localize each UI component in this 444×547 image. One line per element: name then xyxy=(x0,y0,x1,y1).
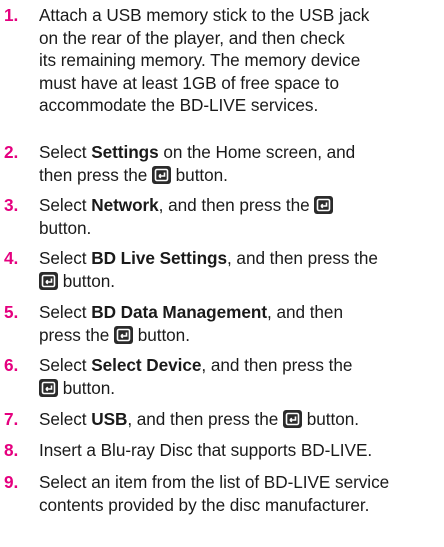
step-text: Attach a USB memory stick to the USB jac… xyxy=(39,4,443,117)
step-text-part: Select xyxy=(39,195,92,215)
step-text-part: press the xyxy=(39,324,114,345)
step-text: Select Network, and then press the butto… xyxy=(39,194,443,239)
step-text-part: , and then press the xyxy=(201,355,353,375)
step-text-part: Select xyxy=(39,409,92,429)
step-text: Select USB, and then press the button. xyxy=(39,408,443,431)
step-text-part: , and then xyxy=(267,302,343,322)
step-text-part: on the Home screen, and xyxy=(158,142,356,162)
step-number: 4. xyxy=(4,248,19,268)
step-line: Select Select Device, and then press the xyxy=(39,354,443,377)
step-text-part: button. xyxy=(58,377,115,398)
menu-item-name: BD Data Management xyxy=(91,302,267,322)
step-number: 9. xyxy=(4,472,19,492)
enter-button-icon xyxy=(113,325,133,344)
step-text: Select BD Data Management, and then pres… xyxy=(39,301,443,346)
step-line: button. xyxy=(39,270,443,293)
step-number: 2. xyxy=(4,142,19,162)
menu-item-name: USB xyxy=(91,409,128,429)
step-number: 3. xyxy=(4,195,19,215)
step-line: Select BD Data Management, and then xyxy=(39,301,443,324)
step-line: accommodate the BD-LIVE services. xyxy=(39,95,319,115)
step-number: 1. xyxy=(4,5,19,25)
enter-button-icon xyxy=(314,196,334,214)
step-text: Insert a Blu-ray Disc that supports BD-L… xyxy=(39,439,443,462)
step-line: Select USB, and then press the button. xyxy=(39,408,443,431)
enter-button-icon xyxy=(151,165,171,184)
step-text: Select an item from the list of BD-LIVE … xyxy=(39,471,443,516)
step-text-part: Select xyxy=(39,355,92,375)
menu-item-name: Select Device xyxy=(91,355,202,375)
step-text-part: , and then press the xyxy=(127,409,283,429)
enter-button-icon xyxy=(39,271,58,290)
step-line: Insert a Blu-ray Disc that supports BD-L… xyxy=(39,440,373,460)
step-line: Select an item from the list of BD-LIVE … xyxy=(39,472,390,492)
step-line: its remaining memory. The memory device xyxy=(39,50,361,70)
step-text-part: button. xyxy=(302,409,359,429)
step-line: button. xyxy=(39,377,443,400)
step-text-part: Select xyxy=(39,142,92,162)
step-text-part: , and then press the xyxy=(158,195,315,215)
step-line: on the rear of the player, and then chec… xyxy=(39,27,345,48)
step-line: Attach a USB memory stick to the USB jac… xyxy=(39,5,370,25)
step-line: Select BD Live Settings, and then press … xyxy=(39,247,443,270)
step-text-part: Select xyxy=(39,248,92,268)
menu-item-name: BD Live Settings xyxy=(91,248,227,268)
step-line: button. xyxy=(39,217,92,238)
step-line: then press the button. xyxy=(39,164,443,187)
step-text: Select Select Device, and then press the… xyxy=(39,354,443,399)
step-text-part: button. xyxy=(132,324,190,345)
step-text-part: then press the xyxy=(39,164,152,185)
step-line: Select Network, and then press the xyxy=(39,194,443,217)
enter-button-icon xyxy=(39,378,58,397)
step-text: Select BD Live Settings, and then press … xyxy=(39,247,443,292)
step-line: contents provided by the disc manufactur… xyxy=(39,494,370,515)
step-text-part: button. xyxy=(58,270,115,291)
menu-item-name: Network xyxy=(91,195,159,215)
step-number: 8. xyxy=(4,440,19,460)
step-number: 7. xyxy=(4,409,19,429)
menu-item-name: Settings xyxy=(91,142,159,162)
step-text: Select Settings on the Home screen, and … xyxy=(39,141,443,186)
step-line: Select Settings on the Home screen, and xyxy=(39,141,443,164)
step-number: 6. xyxy=(4,355,19,375)
enter-button-icon xyxy=(283,410,302,428)
step-text-part: Select xyxy=(39,302,92,322)
step-line: press the button. xyxy=(39,324,443,347)
step-number: 5. xyxy=(4,302,19,322)
step-line: must have at least 1GB of free space to xyxy=(39,72,339,93)
step-text-part: button. xyxy=(170,164,228,185)
instruction-steps: 1. Attach a USB memory stick to the USB … xyxy=(0,0,444,547)
step-text-part: , and then press the xyxy=(226,248,378,268)
